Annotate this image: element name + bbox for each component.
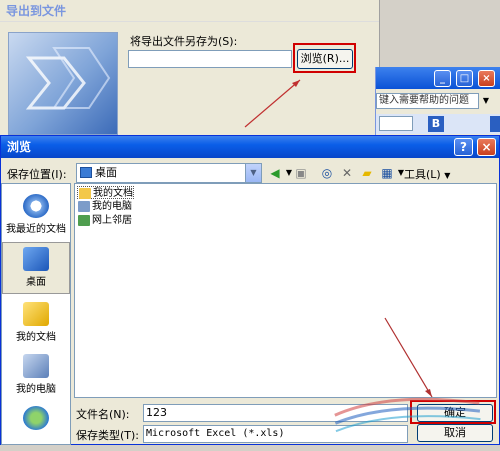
export-wizard-window: 导出到文件 将导出文件另存为(S): 浏览(R)... xyxy=(0,0,380,135)
place-label: 我最近的文档 xyxy=(6,224,66,235)
my-documents-icon xyxy=(23,302,49,326)
browse-dialog-titlebar: 浏览 ? × xyxy=(1,136,499,158)
tools-label: 工具(L) xyxy=(404,168,441,181)
export-path-input[interactable] xyxy=(128,50,292,68)
desktop-icon xyxy=(80,167,92,178)
filetype-label: 保存类型(T): xyxy=(76,429,140,442)
place-label: 桌面 xyxy=(26,277,46,288)
search-web-icon[interactable]: ◎ xyxy=(319,165,335,181)
dialog-title: 浏览 xyxy=(7,140,32,154)
list-item[interactable]: 我的电脑 xyxy=(77,200,132,213)
chevron-down-icon: ▼ xyxy=(444,171,451,180)
list-item[interactable]: 网上邻居 xyxy=(77,214,132,227)
place-my-computer[interactable]: 我的电脑 xyxy=(2,350,70,402)
place-my-documents[interactable]: 我的文档 xyxy=(2,298,70,350)
browse-highlight-box xyxy=(293,43,356,73)
wizard-arrow-graphic xyxy=(25,47,111,110)
close-button[interactable]: × xyxy=(477,138,496,156)
folder-icon xyxy=(79,188,91,199)
file-name: 我的电脑 xyxy=(92,201,132,212)
list-item[interactable]: 我的文档 xyxy=(77,186,134,199)
excel-titlebar: _ □ × xyxy=(376,67,500,89)
help-search-box[interactable]: 键入需要帮助的问题 xyxy=(376,93,479,109)
place-label: 我的文档 xyxy=(16,332,56,343)
save-in-label: 保存位置(I): xyxy=(7,168,67,181)
place-desktop[interactable]: 桌面 xyxy=(2,242,70,294)
network-icon xyxy=(78,215,90,226)
tools-menu[interactable]: 工具(L) ▼ xyxy=(404,166,450,182)
computer-icon xyxy=(78,201,90,212)
chevron-down-icon[interactable]: ▼ xyxy=(479,93,493,109)
wizard-graphic xyxy=(8,32,118,135)
toolbar-overflow-icon[interactable] xyxy=(490,116,500,132)
file-name: 我的文档 xyxy=(93,188,133,199)
new-folder-icon[interactable]: ▰ xyxy=(359,165,375,181)
place-network[interactable] xyxy=(2,402,70,442)
chevron-down-icon[interactable]: ▼ xyxy=(245,164,261,182)
font-size-dropdown[interactable] xyxy=(379,116,413,131)
file-list[interactable]: 我的文档 我的电脑 网上邻居 xyxy=(74,183,497,398)
place-recent-documents[interactable]: 我最近的文档 xyxy=(2,190,70,242)
export-wizard-title: 导出到文件 xyxy=(0,0,379,22)
file-name: 网上邻居 xyxy=(92,215,132,226)
filename-label: 文件名(N): xyxy=(76,408,130,421)
up-folder-icon[interactable]: ▣ xyxy=(293,165,309,181)
help-button[interactable]: ? xyxy=(454,138,473,156)
filetype-value: Microsoft Excel (*.xls) xyxy=(146,428,285,439)
delete-icon[interactable]: ✕ xyxy=(339,165,355,181)
place-label: 我的电脑 xyxy=(16,384,56,395)
places-bar: 我最近的文档 桌面 我的文档 我的电脑 xyxy=(1,183,71,445)
network-places-icon xyxy=(23,406,49,430)
my-computer-icon xyxy=(23,354,49,378)
recent-documents-icon xyxy=(23,194,49,218)
excel-format-toolbar: B xyxy=(376,114,500,134)
close-button[interactable]: × xyxy=(478,70,495,87)
save-location-dropdown[interactable]: 桌面 ▼ xyxy=(76,163,262,183)
minimize-button[interactable]: _ xyxy=(434,70,451,87)
dialog-toolbar: 保存位置(I): 桌面 ▼ ◀ ▼ ▣ ◎ ✕ ▰ ▦ ▼ 工具(L) ▼ xyxy=(1,162,500,184)
maximize-button[interactable]: □ xyxy=(456,70,473,87)
excel-window: _ □ × 键入需要帮助的问题 ▼ B xyxy=(375,67,500,137)
save-as-label: 将导出文件另存为(S): xyxy=(130,35,238,48)
save-location-value: 桌面 xyxy=(95,166,117,179)
desktop-icon xyxy=(23,247,49,271)
bold-icon[interactable]: B xyxy=(428,116,444,132)
